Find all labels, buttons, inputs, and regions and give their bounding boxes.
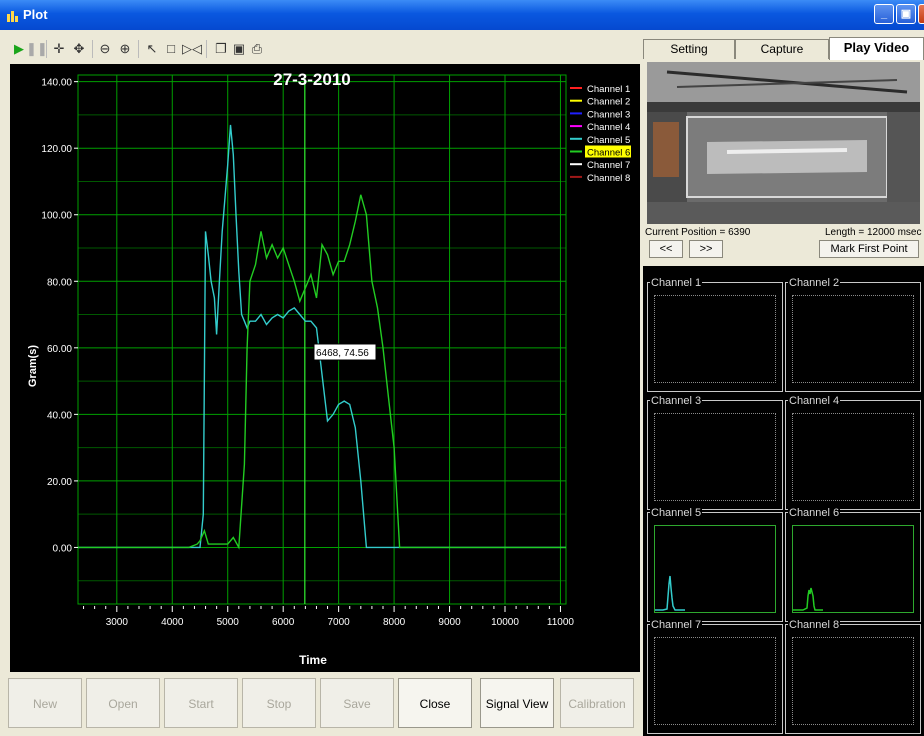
chart-ticks: 0.00 20.00 40.00 60.00 80.00 100.00 120.00 140.… <box>41 78 574 628</box>
zoom-in-icon[interactable]: ⊕ <box>116 40 134 58</box>
x-tick-label: 11000 <box>547 617 575 628</box>
video-image <box>647 62 920 224</box>
channel-6-sparkline <box>793 587 823 611</box>
plot-app-icon <box>7 9 19 22</box>
channel-5-sparkline <box>655 575 685 611</box>
tab-play-video[interactable]: Play Video <box>829 37 924 60</box>
y-tick-label: 40.00 <box>47 410 72 421</box>
tooltip-text: 6468, 74.56 <box>316 348 369 359</box>
legend-label: Channel 4 <box>587 122 630 133</box>
print-icon[interactable]: ⎙ <box>248 40 266 58</box>
channel-cell-2[interactable]: Channel 2 <box>785 277 921 392</box>
channel-label: Channel 8 <box>788 619 841 631</box>
signal-chart[interactable]: 0.00 20.00 40.00 60.00 80.00 100.00 120.00 140.… <box>10 64 640 672</box>
legend-label: Channel 6 <box>587 148 630 159</box>
x-tick-label: 9000 <box>438 617 461 628</box>
y-tick-label: 60.00 <box>47 344 72 355</box>
legend-label: Channel 5 <box>587 135 630 146</box>
signal-view-button[interactable]: Signal View <box>480 678 554 728</box>
start-button[interactable]: Start <box>164 678 238 728</box>
legend-label: Channel 3 <box>587 109 630 120</box>
channel-label: Channel 7 <box>650 619 703 631</box>
tab-setting[interactable]: Setting <box>643 39 735 59</box>
stop-button[interactable]: Stop <box>242 678 316 728</box>
channel-label: Channel 4 <box>788 395 841 407</box>
right-panel: Setting Capture Play Video Current Posit… <box>643 37 924 736</box>
x-tick-label: 6000 <box>272 617 295 628</box>
channel-cell-8[interactable]: Channel 8 <box>785 619 921 734</box>
play-icon[interactable]: ▶ <box>12 40 26 58</box>
x-tick-label: 7000 <box>328 617 351 628</box>
plot-frame <box>77 74 567 605</box>
y-tick-label: 100.00 <box>41 211 72 222</box>
y-axis-label: Gram(s) <box>27 345 39 388</box>
tab-capture[interactable]: Capture <box>735 39 829 59</box>
chart-grid <box>77 74 567 605</box>
channel-label: Channel 6 <box>788 507 841 519</box>
x-tick-label: 10000 <box>491 617 519 628</box>
bottom-button-bar: New Open Start Stop Save Close Signal Vi… <box>8 678 638 730</box>
open-button[interactable]: Open <box>86 678 160 728</box>
channel-cell-5[interactable]: Channel 5 <box>647 507 783 622</box>
save-button[interactable]: Save <box>320 678 394 728</box>
legend-label: Channel 1 <box>587 84 630 95</box>
channel-cell-6[interactable]: Channel 6 <box>785 507 921 622</box>
pan-icon[interactable]: ✥ <box>70 40 88 58</box>
channel-label: Channel 5 <box>650 507 703 519</box>
close-button[interactable]: Close <box>398 678 472 728</box>
step-back-button[interactable]: << <box>649 240 683 258</box>
restore-icon[interactable]: ▣ <box>896 4 916 24</box>
channel-cell-4[interactable]: Channel 4 <box>785 395 921 510</box>
copy-icon[interactable]: ❐ <box>212 40 230 58</box>
current-position-text: Current Position = 6390 <box>645 227 751 238</box>
x-axis-label: Time <box>299 653 327 667</box>
select-box-icon[interactable]: □ <box>162 40 180 58</box>
y-tick-label: 140.00 <box>41 78 72 89</box>
y-tick-label: 20.00 <box>47 477 72 488</box>
channel-monitor-grid: Channel 1 Channel 2 Channel 3 Channel 4 … <box>643 266 924 736</box>
chart-lines <box>78 75 566 604</box>
legend-label: Channel 7 <box>587 160 630 171</box>
channel-cell-7[interactable]: Channel 7 <box>647 619 783 734</box>
new-button[interactable]: New <box>8 678 82 728</box>
x-tick-label: 3000 <box>106 617 129 628</box>
plot-toolbar: ▶ ❚❚ ✛ ✥ ⊖ ⊕ ↖ □ ▷◁ ❐ ▣ ⎙ <box>10 38 290 60</box>
pointer-icon[interactable]: ↖ <box>144 40 160 58</box>
video-frame <box>647 62 920 224</box>
pause-icon[interactable]: ❚❚ <box>26 40 48 58</box>
crosshair-icon[interactable]: ✛ <box>50 40 68 58</box>
window-title: Plot <box>23 7 48 22</box>
x-tick-label: 4000 <box>161 617 184 628</box>
channel-cell-3[interactable]: Channel 3 <box>647 395 783 510</box>
y-tick-label: 80.00 <box>47 277 72 288</box>
legend-label: Channel 8 <box>587 173 630 184</box>
close-window-icon[interactable] <box>918 4 924 24</box>
minimize-icon[interactable]: _ <box>874 4 894 24</box>
mark-first-point-button[interactable]: Mark First Point <box>819 240 919 258</box>
chart-legend: Channel 1 Channel 2Channel 3 Channel 4 Chan… <box>570 84 631 184</box>
x-tick-label: 8000 <box>383 617 406 628</box>
zoom-out-icon[interactable]: ⊖ <box>96 40 114 58</box>
value-tooltip: 6468, 74.56 <box>313 343 377 361</box>
fit-width-icon[interactable]: ▷◁ <box>182 40 202 58</box>
plot-area[interactable]: 0.00 20.00 40.00 60.00 80.00 100.00 120.00 140.… <box>10 64 640 672</box>
y-tick-label: 0.00 <box>53 543 73 554</box>
chart-title: 27-3-2010 <box>273 70 351 89</box>
channel-label: Channel 2 <box>788 277 841 289</box>
channel-cell-1[interactable]: Channel 1 <box>647 277 783 392</box>
save-icon[interactable]: ▣ <box>230 40 248 58</box>
legend-label: Channel 2 <box>587 97 630 108</box>
step-forward-button[interactable]: >> <box>689 240 723 258</box>
calibration-button[interactable]: Calibration <box>560 678 634 728</box>
title-bar: Plot _ ▣ <box>0 0 924 30</box>
tab-strip: Setting Capture Play Video <box>643 37 924 60</box>
length-text: Length = 12000 msec <box>825 227 922 238</box>
y-tick-label: 120.00 <box>41 144 72 155</box>
channel-label: Channel 1 <box>650 277 703 289</box>
channel-label: Channel 3 <box>650 395 703 407</box>
series-line-channel-5 <box>78 124 566 549</box>
x-tick-label: 5000 <box>217 617 240 628</box>
